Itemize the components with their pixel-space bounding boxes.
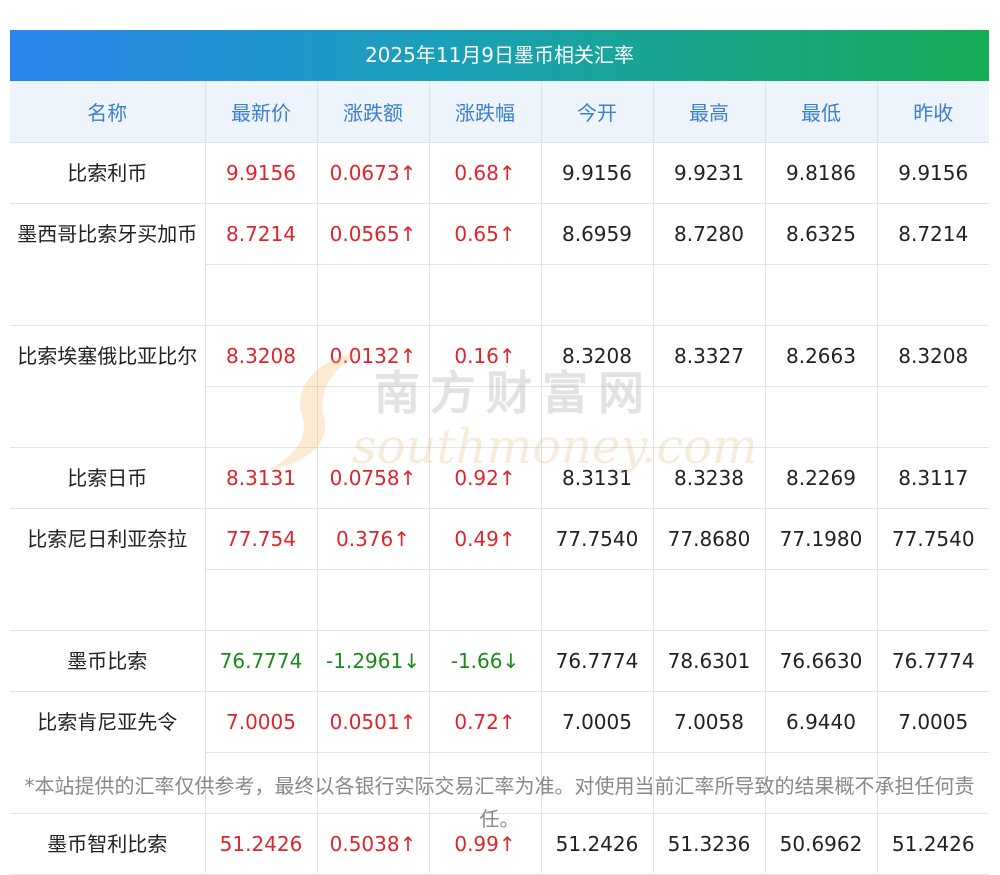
table-title: 2025年11月9日墨币相关汇率 (10, 30, 989, 81)
cell-currency-name: 墨币比索 (10, 630, 205, 692)
cell-open-value: 7.0005 (541, 692, 653, 753)
cell-change: 0.0758↑ (316, 447, 429, 509)
cell-change-pct: 0.92↑ (428, 447, 541, 509)
table-row: 墨币比索 76.7774 -1.2961↓ -1.66↓ 76.7774 78.6301 7… (10, 630, 989, 692)
cell-high: 8.3238 (652, 447, 765, 509)
cell-prev-close-value: 7.0005 (877, 692, 989, 753)
cell-prev-close: 8.3117 (876, 447, 989, 509)
cell-low-value: 8.6325 (765, 204, 877, 265)
cell-currency-name: 比索尼日利亚奈拉 (10, 508, 205, 631)
header-change-pct: 涨跌幅 (428, 81, 541, 143)
cell-low: 8.6325 (764, 203, 877, 326)
cell-prev-close: 76.7774 (876, 630, 989, 692)
cell-high: 8.3327 (652, 325, 765, 448)
cell-prev-close-value: 77.7540 (877, 509, 989, 570)
cell-change: -1.2961↓ (316, 630, 429, 692)
cell-latest: 8.3131 (204, 447, 317, 509)
cell-change: 0.376↑ (316, 508, 429, 631)
cell-low-value: 6.9440 (765, 692, 877, 753)
cell-high: 9.9231 (652, 142, 765, 204)
cell-change-pct-value: 0.72↑ (429, 692, 541, 753)
cell-high-value: 8.7280 (653, 204, 765, 265)
cell-latest-value: 8.7214 (205, 204, 317, 265)
cell-change-pct: 0.68↑ (428, 142, 541, 204)
cell-low: 76.6630 (764, 630, 877, 692)
cell-change-pct: 0.16↑ (428, 325, 541, 448)
cell-change-pct: 0.65↑ (428, 203, 541, 326)
cell-high-value: 77.8680 (653, 509, 765, 570)
cell-open: 8.6959 (540, 203, 653, 326)
cell-change-pct-value: 0.16↑ (429, 326, 541, 387)
cell-change-pct-value: 0.49↑ (429, 509, 541, 570)
table-row: 比索尼日利亚奈拉 77.754 0.376↑ 0.49↑ 77.7540 77.8680 7… (10, 508, 989, 631)
cell-currency-name: 比索埃塞俄比亚比尔 (10, 325, 205, 448)
cell-open-value: 77.7540 (541, 509, 653, 570)
cell-change-value: 0.0132↑ (317, 326, 429, 387)
cell-open-value: 8.6959 (541, 204, 653, 265)
cell-open: 8.3131 (540, 447, 653, 509)
cell-currency-name: 比索利币 (10, 142, 205, 204)
cell-prev-close: 77.7540 (876, 508, 989, 631)
cell-latest: 76.7774 (204, 630, 317, 692)
cell-low: 8.2269 (764, 447, 877, 509)
cell-low-value: 8.2663 (765, 326, 877, 387)
table-row: 比索利币 9.9156 0.0673↑ 0.68↑ 9.9156 9.9231 9.8186… (10, 142, 989, 204)
cell-low: 9.8186 (764, 142, 877, 204)
cell-latest: 9.9156 (204, 142, 317, 204)
cell-latest: 77.754 (204, 508, 317, 631)
cell-change-value: 0.0565↑ (317, 204, 429, 265)
cell-latest-value: 7.0005 (205, 692, 317, 753)
table-row: 比索埃塞俄比亚比尔 8.3208 0.0132↑ 0.16↑ 8.3208 8.3327 8… (10, 325, 989, 448)
cell-change-value: 0.376↑ (317, 509, 429, 570)
cell-prev-close-value: 8.3208 (877, 326, 989, 387)
header-low: 最低 (764, 81, 877, 143)
cell-change-value: 0.0501↑ (317, 692, 429, 753)
cell-change-pct: -1.66↓ (428, 630, 541, 692)
cell-change: 0.0565↑ (316, 203, 429, 326)
cell-open: 9.9156 (540, 142, 653, 204)
exchange-rate-table: 名称 最新价 涨跌额 涨跌幅 今开 最高 最低 昨收 比索利币 9.9156 0.0… (10, 81, 989, 875)
header-name: 名称 (10, 81, 205, 143)
cell-high: 8.7280 (652, 203, 765, 326)
cell-open: 8.3208 (540, 325, 653, 448)
cell-change-pct-value: 0.65↑ (429, 204, 541, 265)
header-high: 最高 (652, 81, 765, 143)
cell-prev-close: 8.7214 (876, 203, 989, 326)
cell-change-pct: 0.49↑ (428, 508, 541, 631)
table-row: 墨西哥比索牙买加币 8.7214 0.0565↑ 0.65↑ 8.6959 8.7280 8… (10, 203, 989, 326)
cell-open: 76.7774 (540, 630, 653, 692)
cell-change: 0.0673↑ (316, 142, 429, 204)
cell-prev-close: 8.3208 (876, 325, 989, 448)
cell-prev-close: 9.9156 (876, 142, 989, 204)
cell-currency-name: 比索日币 (10, 447, 205, 509)
cell-latest-value: 77.754 (205, 509, 317, 570)
cell-change: 0.0132↑ (316, 325, 429, 448)
cell-low-value: 77.1980 (765, 509, 877, 570)
cell-low: 77.1980 (764, 508, 877, 631)
cell-low: 8.2663 (764, 325, 877, 448)
header-latest: 最新价 (204, 81, 317, 143)
table-row: 比索日币 8.3131 0.0758↑ 0.92↑ 8.3131 8.3238 8.2269… (10, 447, 989, 509)
cell-latest: 8.3208 (204, 325, 317, 448)
cell-latest: 8.7214 (204, 203, 317, 326)
exchange-rate-panel: 2025年11月9日墨币相关汇率 名称 最新价 涨跌额 涨跌幅 今开 最高 最低… (10, 30, 989, 875)
cell-high-value: 8.3327 (653, 326, 765, 387)
cell-open-value: 8.3208 (541, 326, 653, 387)
cell-high: 77.8680 (652, 508, 765, 631)
cell-prev-close-value: 8.7214 (877, 204, 989, 265)
disclaimer-footnote: *本站提供的汇率仅供参考，最终以各银行实际交易汇率为准。对使用当前汇率所导致的结… (24, 774, 975, 831)
cell-latest-value: 8.3208 (205, 326, 317, 387)
header-prev-close: 昨收 (876, 81, 989, 143)
cell-high: 78.6301 (652, 630, 765, 692)
header-row: 名称 最新价 涨跌额 涨跌幅 今开 最高 最低 昨收 (10, 81, 989, 143)
cell-high-value: 7.0058 (653, 692, 765, 753)
cell-open: 77.7540 (540, 508, 653, 631)
header-change: 涨跌额 (316, 81, 429, 143)
cell-currency-name: 墨西哥比索牙买加币 (10, 203, 205, 326)
header-open: 今开 (540, 81, 653, 143)
